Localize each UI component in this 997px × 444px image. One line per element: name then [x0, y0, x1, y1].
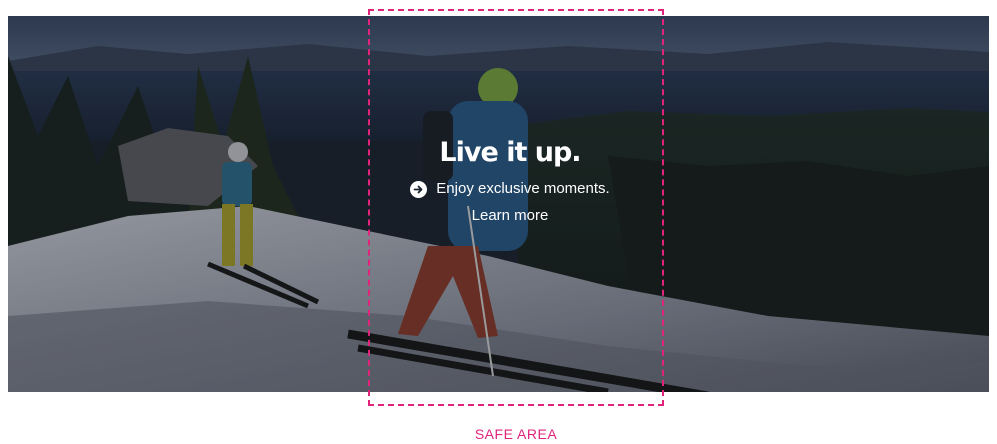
- hero-copy: Live it up. Enjoy exclusive moments. Lea…: [360, 135, 660, 226]
- hero-subline: Enjoy exclusive moments.: [360, 179, 660, 199]
- learn-more-link[interactable]: Learn more: [472, 206, 549, 226]
- hero-headline: Live it up.: [439, 137, 581, 168]
- safe-area-label: SAFE AREA: [474, 426, 558, 442]
- arrow-circle-right-icon: [410, 180, 428, 198]
- page: Live it up. Enjoy exclusive moments. Lea…: [0, 0, 997, 444]
- hero-subline-text: Enjoy exclusive moments.: [436, 180, 610, 197]
